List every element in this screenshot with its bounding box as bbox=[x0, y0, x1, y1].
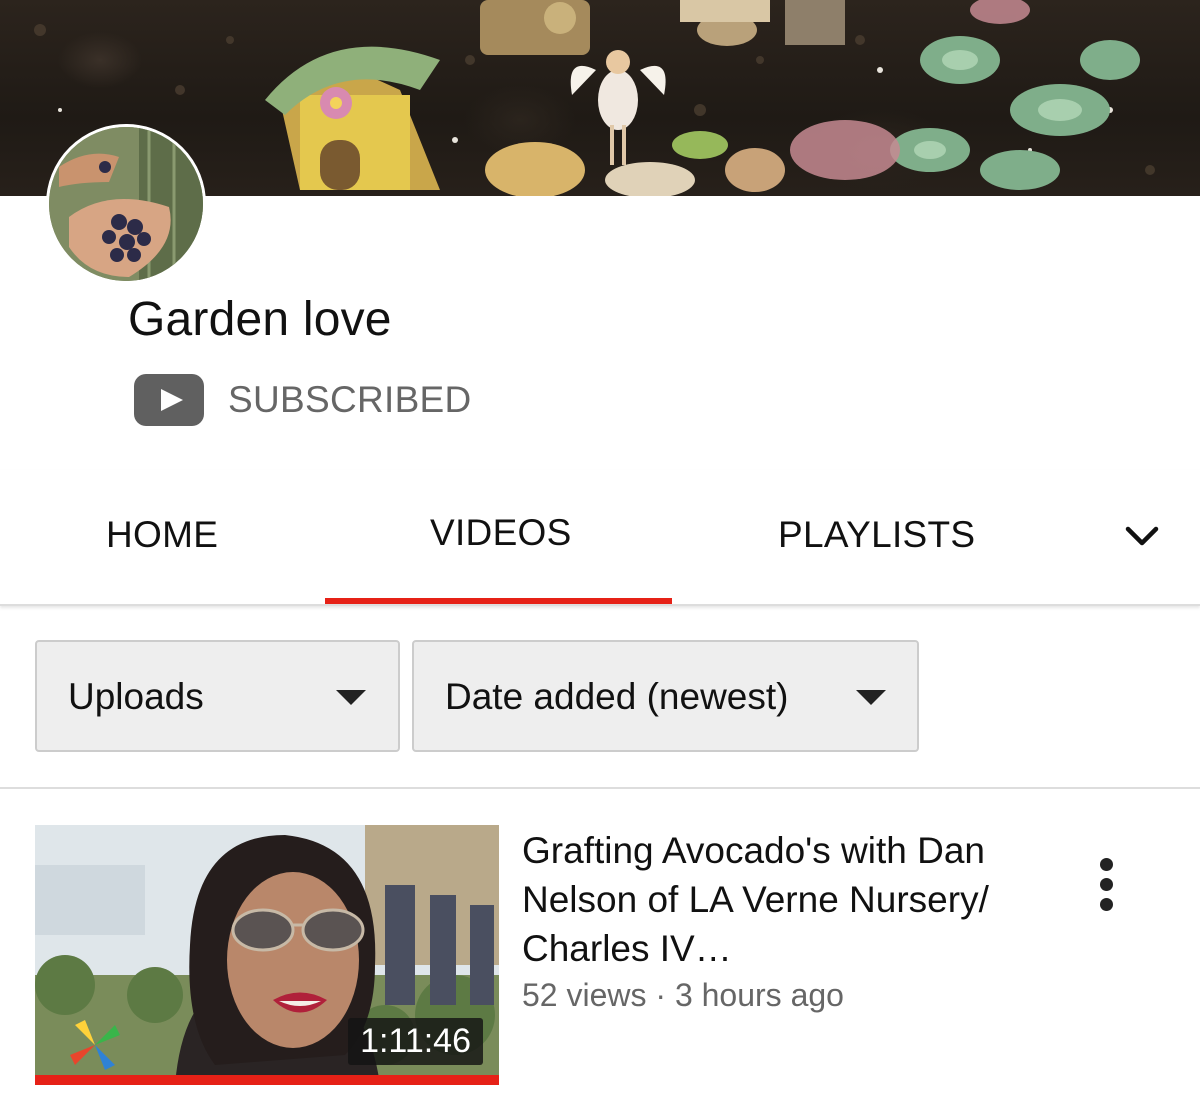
sort-dropdown[interactable]: Date added (newest) bbox=[412, 640, 919, 752]
channel-name: Garden love bbox=[128, 293, 392, 346]
uploads-dropdown-value: Uploads bbox=[68, 676, 204, 717]
tab-playlists[interactable]: PLAYLISTS bbox=[778, 514, 975, 556]
video-actions-button[interactable] bbox=[1094, 858, 1120, 911]
subscribe-button[interactable]: SUBSCRIBED bbox=[134, 374, 472, 426]
caret-down-icon bbox=[856, 690, 886, 705]
chevron-down-icon bbox=[1125, 526, 1159, 546]
uploads-dropdown[interactable]: Uploads bbox=[35, 640, 400, 752]
video-thumbnail[interactable]: 1:11:46 bbox=[35, 825, 499, 1085]
watch-progress-bar bbox=[35, 1075, 499, 1085]
channel-tabs: HOME VIDEOS PLAYLISTS bbox=[0, 470, 1200, 606]
video-title[interactable]: Grafting Avocado's with Dan Nelson of LA… bbox=[522, 826, 1052, 973]
channel-avatar[interactable] bbox=[46, 124, 206, 284]
list-divider bbox=[0, 787, 1200, 789]
video-meta: 52 views · 3 hours ago bbox=[522, 977, 844, 1013]
youtube-play-icon bbox=[134, 374, 204, 426]
caret-down-icon bbox=[336, 690, 366, 705]
tab-home[interactable]: HOME bbox=[106, 514, 218, 556]
subscription-status: SUBSCRIBED bbox=[228, 379, 472, 420]
more-tabs-button[interactable] bbox=[1122, 516, 1162, 556]
selected-tab-indicator bbox=[325, 598, 672, 604]
tab-videos[interactable]: VIDEOS bbox=[430, 512, 572, 554]
channel-page: Garden love SUBSCRIBED HOME VIDEOS PLAYL… bbox=[0, 0, 1200, 1120]
sort-dropdown-value: Date added (newest) bbox=[445, 676, 789, 717]
video-duration: 1:11:46 bbox=[348, 1018, 483, 1065]
